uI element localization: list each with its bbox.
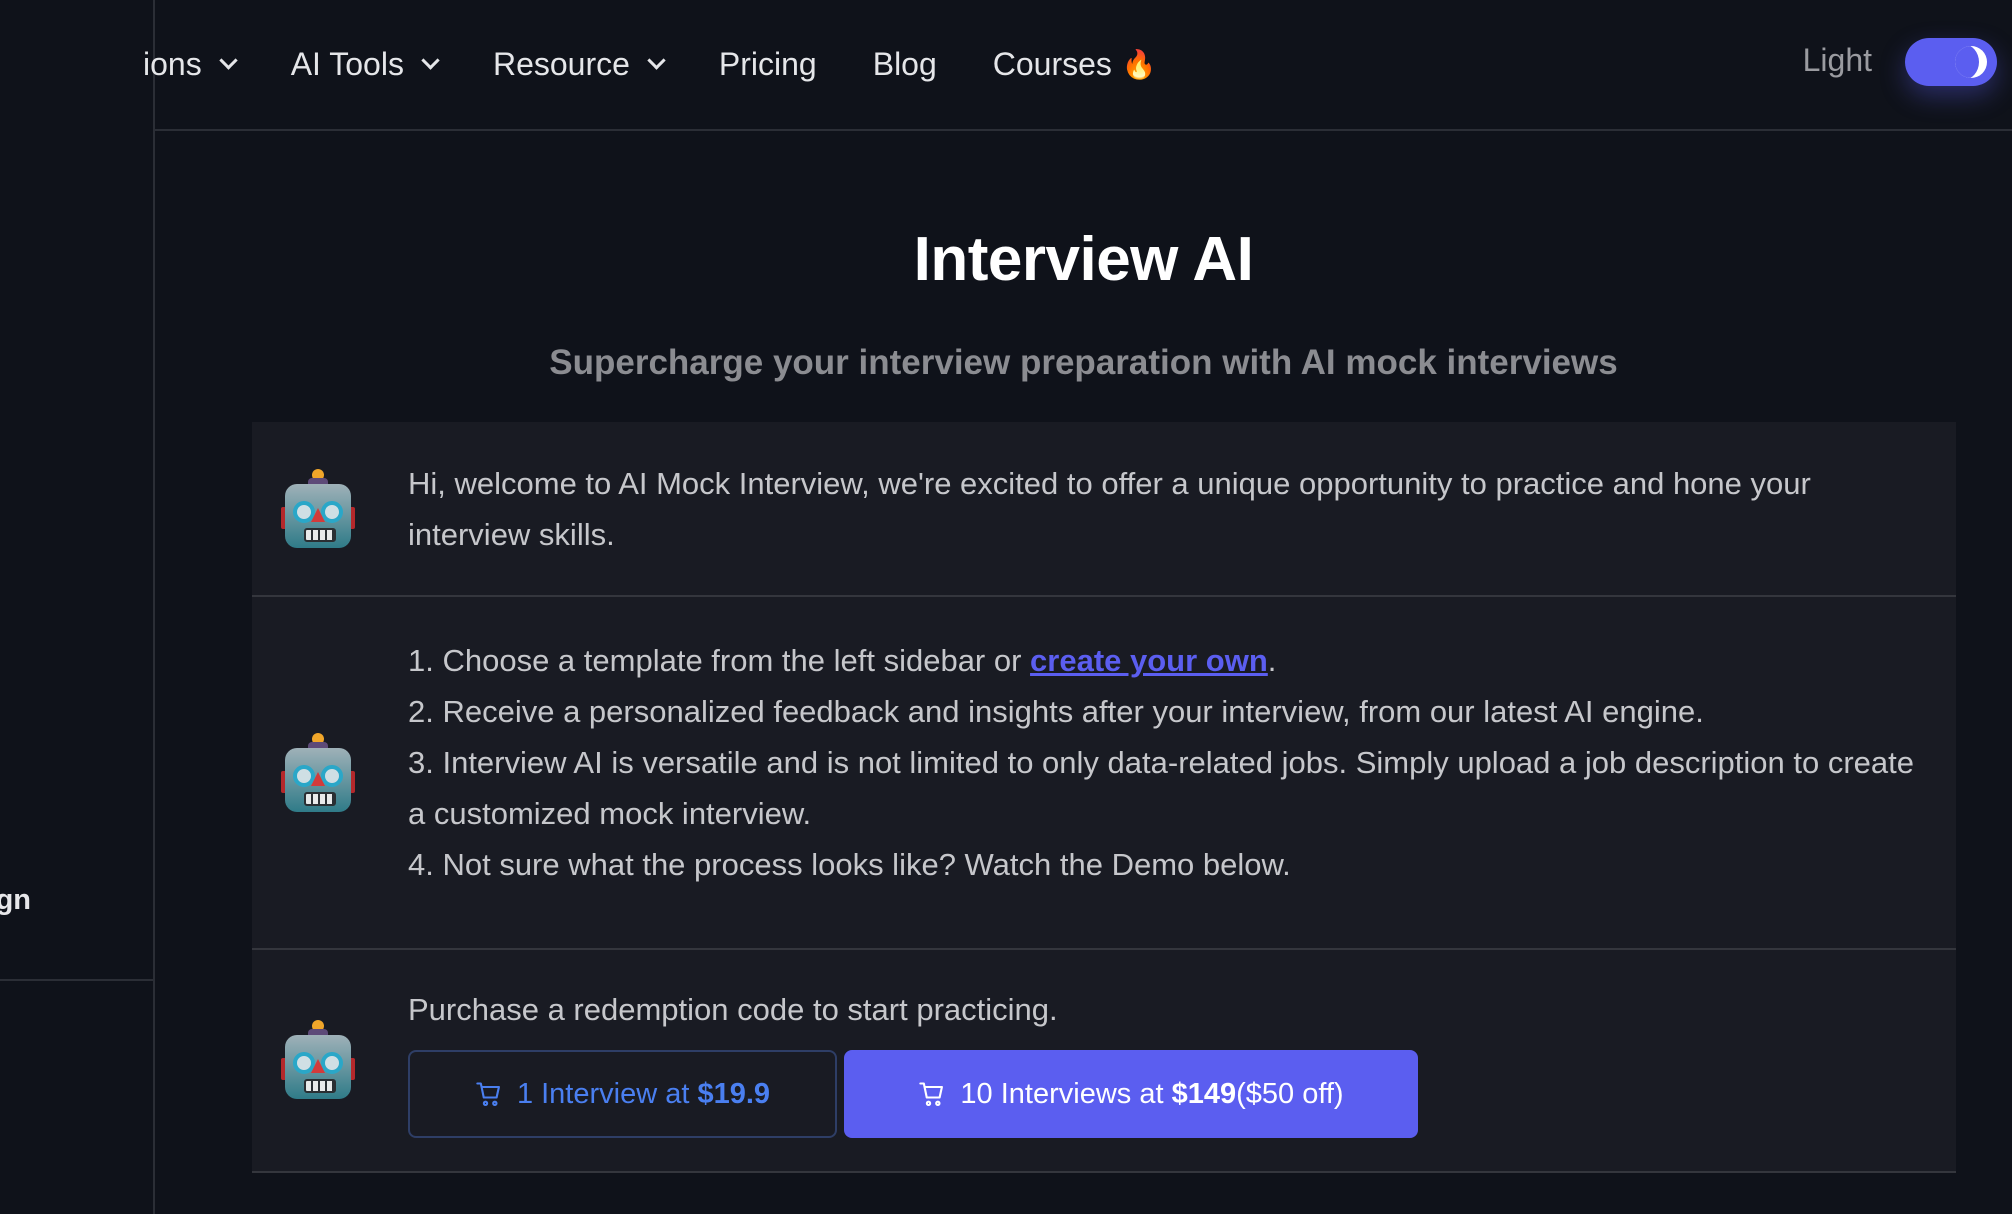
nav-item-label: AI Tools bbox=[290, 45, 404, 82]
step-text: . bbox=[1267, 643, 1277, 678]
chevron-down-icon bbox=[647, 50, 666, 70]
nav-item-pricing[interactable]: Pricing bbox=[719, 46, 817, 83]
theme-label: Light bbox=[1802, 42, 1872, 78]
nav-item-solutions[interactable]: ions bbox=[143, 45, 238, 83]
robot-icon bbox=[281, 469, 355, 549]
buy-1-interview-button[interactable]: 1 Interview at $19.9 bbox=[408, 1050, 837, 1138]
instruction-step-4: 4. Not sure what the process looks like?… bbox=[408, 847, 1291, 882]
button-price: $19.9 bbox=[697, 1077, 771, 1110]
sidebar-item-partial[interactable]: gn bbox=[0, 880, 153, 980]
nav-item-label: Pricing bbox=[718, 45, 817, 82]
buy-10-interviews-button[interactable]: 10 Interviews at $149 ($50 off) bbox=[844, 1050, 1418, 1138]
chevron-down-icon bbox=[421, 50, 440, 70]
sidebar-item-label: gn bbox=[0, 884, 31, 916]
moon-icon bbox=[1955, 46, 1987, 78]
chat-message-welcome: Hi, welcome to AI Mock Interview, we're … bbox=[252, 422, 1956, 597]
theme-toggle[interactable] bbox=[1905, 38, 1997, 86]
page-subtitle: Supercharge your interview preparation w… bbox=[549, 343, 1618, 382]
cart-icon bbox=[476, 1082, 500, 1107]
nav-item-blog[interactable]: Blog bbox=[873, 46, 937, 83]
step-text: 1. Choose a template from the left sideb… bbox=[408, 643, 1031, 678]
chat-message-instructions: 1. Choose a template from the left sideb… bbox=[252, 597, 1956, 950]
chevron-down-icon bbox=[219, 50, 238, 70]
nav-item-courses[interactable]: Courses 🔥 bbox=[993, 46, 1157, 83]
instruction-step-2: 2. Receive a personalized feedback and i… bbox=[408, 694, 1704, 729]
button-label: 10 Interviews at bbox=[960, 1077, 1164, 1110]
instruction-list: 1. Choose a template from the left sideb… bbox=[408, 635, 1916, 890]
nav-item-label: ions bbox=[143, 45, 202, 82]
message-text: Hi, welcome to AI Mock Interview, we're … bbox=[408, 466, 1811, 552]
message-text: Purchase a redemption code to start prac… bbox=[408, 992, 1058, 1027]
button-label: 1 Interview at bbox=[516, 1077, 690, 1110]
top-navbar: ions AI Tools Resource Pricing Blog Cour… bbox=[143, 0, 2012, 131]
nav-item-ai-tools[interactable]: AI Tools bbox=[290, 45, 440, 83]
sidebar-divider bbox=[0, 979, 153, 981]
nav-item-label: Blog bbox=[872, 45, 937, 82]
fire-icon: 🔥 bbox=[1121, 48, 1157, 80]
page-title: Interview AI bbox=[913, 225, 1254, 294]
create-your-own-link[interactable]: create your own bbox=[1030, 643, 1268, 678]
cart-icon bbox=[919, 1082, 944, 1107]
sidebar: gn bbox=[0, 0, 155, 1214]
nav-item-resource[interactable]: Resource bbox=[492, 45, 666, 83]
robot-icon bbox=[281, 1020, 355, 1100]
instruction-step-1: 1. Choose a template from the left sideb… bbox=[408, 635, 1916, 686]
robot-icon bbox=[281, 733, 355, 813]
nav-item-label: Resource bbox=[492, 45, 630, 82]
button-price: $149 bbox=[1171, 1077, 1237, 1110]
button-discount: ($50 off) bbox=[1236, 1077, 1344, 1110]
chat-message-purchase: Purchase a redemption code to start prac… bbox=[252, 950, 1956, 1173]
instruction-step-3: 3. Interview AI is versatile and is not … bbox=[408, 745, 1915, 831]
nav-item-label: Courses bbox=[992, 45, 1112, 82]
nav-menu: ions AI Tools Resource Pricing Blog Cour… bbox=[143, 38, 1213, 90]
